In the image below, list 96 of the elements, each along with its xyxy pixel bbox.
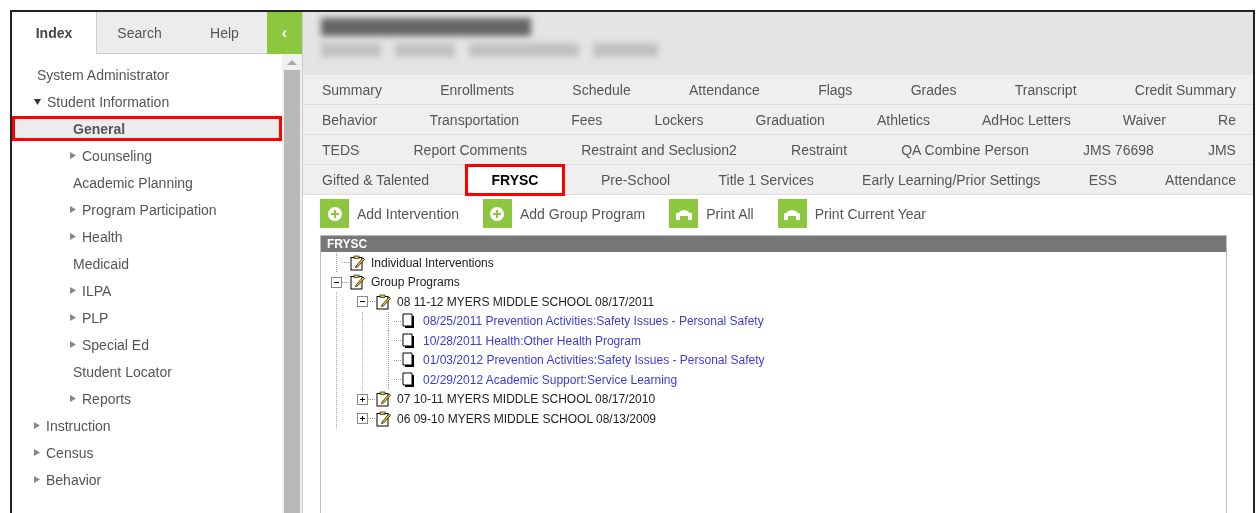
tree-folder-label[interactable]: 08 11-12 MYERS MIDDLE SCHOOL 08/17/2011 (397, 294, 655, 309)
record-link[interactable]: 02/29/2012 Academic Support:Service Learning (423, 372, 678, 387)
tab[interactable]: Restraint (778, 135, 861, 164)
tab[interactable]: AdHoc Letters (969, 105, 1084, 134)
tab[interactable]: TEDS (309, 135, 373, 164)
caret-right-icon (70, 287, 76, 294)
nav-label: Census (46, 444, 94, 461)
record-link[interactable]: 01/03/2012 Prevention Activities:Safety Issues - Personal Safety (423, 353, 765, 368)
caret-right-icon (70, 314, 76, 321)
tab[interactable]: Pre-School (587, 165, 684, 194)
tab[interactable]: Gifted & Talented (309, 165, 443, 194)
notepad-icon (349, 274, 365, 291)
nav-label: Health (82, 228, 123, 245)
nav-label: Behavior (46, 471, 102, 488)
tab[interactable]: Grades (897, 75, 970, 104)
nav-item[interactable]: Health (70, 228, 123, 245)
plus-circle-icon (489, 205, 506, 222)
document-icon (401, 371, 417, 388)
document-icon (401, 352, 417, 369)
redacted-detail-block (395, 43, 455, 57)
tab[interactable]: FRYSC (464, 163, 566, 196)
tab[interactable]: ESS (1075, 165, 1130, 194)
toolbar-button[interactable]: Add Intervention (320, 199, 459, 228)
nav-label: General (73, 120, 126, 137)
tab[interactable]: JMS 76698 (1069, 135, 1167, 164)
tab[interactable]: Re (1205, 105, 1249, 134)
tab[interactable]: Waiver (1109, 105, 1179, 134)
nav-item[interactable]: Behavior (34, 471, 102, 488)
tree-folder-label[interactable]: 07 10-11 MYERS MIDDLE SCHOOL 08/17/2010 (397, 392, 656, 407)
tab[interactable]: Transportation (416, 105, 533, 134)
collapse-icon[interactable] (357, 296, 368, 308)
panel-title: FRYSC (321, 236, 1226, 252)
notepad-icon (349, 254, 365, 271)
nav-label: PLP (82, 309, 109, 326)
tab[interactable]: Transcript (1001, 75, 1090, 104)
redacted-detail-block (321, 43, 381, 57)
collapse-icon[interactable] (331, 276, 342, 288)
scrollbar[interactable] (282, 54, 302, 513)
tab[interactable]: Flags (805, 75, 866, 104)
tab[interactable]: Lockers (641, 105, 717, 134)
nav-label: Instruction (46, 417, 111, 434)
tab[interactable]: Schedule (559, 75, 644, 104)
notepad-icon (375, 391, 391, 408)
tree-folder-label[interactable]: Group Programs (371, 275, 460, 290)
caret-right-icon (34, 449, 40, 456)
toolbar-button[interactable]: Print All (669, 199, 754, 228)
nav-label: Special Ed (82, 336, 149, 353)
plus-circle-icon (326, 205, 343, 222)
tab[interactable]: Attendance (1152, 165, 1249, 194)
expand-icon[interactable] (357, 413, 368, 425)
tab[interactable]: Fees (558, 105, 616, 134)
tab[interactable]: Attendance (676, 75, 773, 104)
redacted-detail-block (593, 43, 658, 57)
nav-item[interactable]: Census (34, 444, 94, 461)
caret-right-icon (70, 152, 76, 159)
caret-right-icon (34, 422, 40, 429)
tree-folder-label[interactable]: Individual Interventions (371, 255, 494, 270)
nav-item[interactable]: General (12, 116, 282, 141)
caret-right-icon (70, 341, 76, 348)
record-link[interactable]: 10/28/2011 Health:Other Health Program (423, 333, 641, 348)
nav-label: ILPA (82, 282, 112, 299)
tab[interactable]: Title 1 Services (705, 165, 827, 194)
document-icon (401, 332, 417, 349)
nav-item[interactable]: Instruction (34, 417, 111, 434)
tab[interactable]: Summary (309, 75, 395, 104)
caret-down-icon (34, 98, 41, 105)
caret-right-icon (70, 395, 76, 402)
sidebar-tab[interactable]: Search (97, 12, 182, 54)
tab[interactable]: Restraint and Seclusion2 (568, 135, 750, 164)
nav-label: Reports (82, 390, 132, 407)
nav-item[interactable]: Special Ed (70, 336, 149, 353)
record-link[interactable]: 08/25/2011 Prevention Activities:Safety Issues - Personal Safety (423, 314, 764, 329)
tree-folder-label[interactable]: 06 09-10 MYERS MIDDLE SCHOOL 08/13/2009 (397, 411, 656, 426)
toolbar-button[interactable]: Print Current Year (777, 199, 927, 228)
notepad-icon (375, 293, 391, 310)
caret-right-icon (70, 206, 76, 213)
tab[interactable]: Enrollments (427, 75, 528, 104)
tab[interactable]: Behavior (309, 105, 391, 134)
document-icon (401, 313, 417, 330)
tab[interactable]: JMS (1194, 135, 1249, 164)
scroll-thumb[interactable] (284, 70, 300, 513)
tab[interactable]: Credit Summary (1121, 75, 1249, 104)
nav-item[interactable]: PLP (70, 309, 109, 326)
notepad-icon (375, 410, 391, 427)
tab[interactable]: Report Comments (400, 135, 541, 164)
tab[interactable]: Early Learning/Prior Settings (849, 165, 1054, 194)
toolbar-button[interactable]: Add Group Program (482, 199, 646, 228)
caret-right-icon (34, 476, 40, 483)
sidebar-tab[interactable]: Help (182, 12, 267, 54)
tab[interactable]: Athletics (864, 105, 943, 134)
caret-right-icon (70, 233, 76, 240)
nav-item[interactable]: ILPA (70, 282, 112, 299)
nav-item[interactable]: Reports (70, 390, 132, 407)
expand-icon[interactable] (357, 393, 368, 405)
tab[interactable]: QA Combine Person (888, 135, 1042, 164)
tab[interactable]: Graduation (742, 105, 838, 134)
